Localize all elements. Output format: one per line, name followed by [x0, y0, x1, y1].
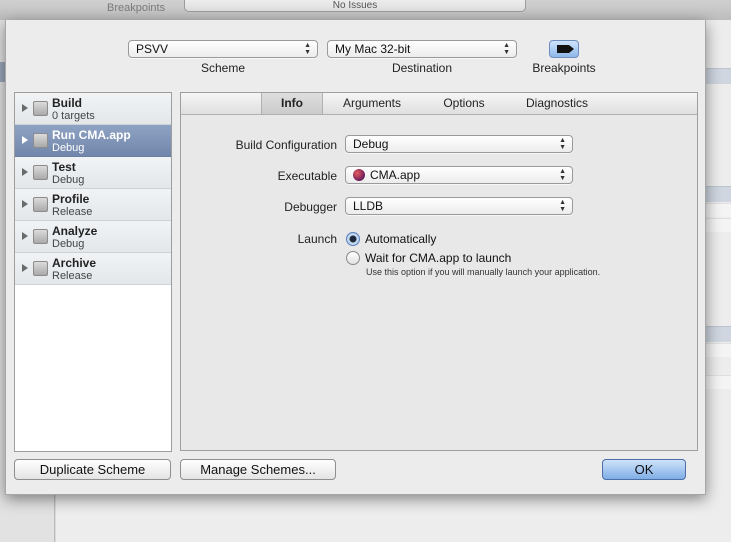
destination-caption: Destination	[391, 61, 453, 75]
disclosure-triangle-icon[interactable]	[22, 232, 28, 240]
launch-automatically-radio[interactable]	[346, 232, 360, 246]
manage-schemes-button[interactable]: Manage Schemes...	[180, 459, 336, 480]
tab-info[interactable]: Info	[261, 93, 323, 114]
action-name: Profile	[52, 192, 90, 206]
destination-popup[interactable]: My Mac 32-bit ▲ ▼	[327, 40, 517, 58]
popup-arrows-icon: ▲ ▼	[503, 42, 510, 56]
breakpoints-caption: Breakpoints	[532, 61, 596, 75]
breakpoint-arrow-icon	[557, 45, 574, 53]
action-name: Test	[52, 160, 76, 174]
background-breakpoints-label: Breakpoints	[107, 2, 166, 14]
disclosure-triangle-icon[interactable]	[22, 104, 28, 112]
popup-arrows-icon: ▲ ▼	[559, 168, 566, 182]
disclosure-triangle-icon[interactable]	[22, 200, 28, 208]
profile-action-icon	[33, 197, 48, 212]
breakpoints-toggle-button[interactable]	[549, 40, 579, 58]
disclosure-triangle-icon[interactable]	[22, 168, 28, 176]
launch-label: Launch	[297, 232, 337, 246]
debugger-value: LLDB	[353, 199, 384, 213]
executable-value: CMA.app	[370, 168, 421, 182]
action-subtitle: Release	[52, 270, 93, 282]
debugger-label: Debugger	[284, 200, 337, 214]
action-subtitle: Debug	[52, 142, 85, 154]
build-configuration-value: Debug	[353, 137, 389, 151]
tab-diagnostics[interactable]: Diagnostics	[517, 93, 597, 114]
action-name: Analyze	[52, 224, 98, 238]
scheme-popup-value: PSVV	[136, 42, 169, 56]
analyze-action-icon	[33, 229, 48, 244]
scheme-editor-sheet: PSVV ▲ ▼ Scheme My Mac 32-bit ▲ ▼ Destinat…	[5, 20, 706, 495]
action-build[interactable]: Build 0 targets	[15, 93, 171, 125]
launch-automatically-label[interactable]: Automatically	[365, 232, 436, 246]
action-test[interactable]: Test Debug	[15, 157, 171, 189]
action-subtitle: Debug	[52, 238, 85, 250]
popup-arrows-icon: ▲ ▼	[559, 137, 566, 151]
action-analyze[interactable]: Analyze Debug	[15, 221, 171, 253]
action-name: Build	[52, 96, 82, 110]
build-action-icon	[33, 101, 48, 116]
action-profile[interactable]: Profile Release	[15, 189, 171, 221]
archive-action-icon	[33, 261, 48, 276]
scheme-caption: Scheme	[200, 61, 246, 75]
action-subtitle: 0 targets	[52, 110, 95, 122]
action-subtitle: Debug	[52, 174, 85, 186]
build-configuration-label: Build Configuration	[235, 138, 337, 152]
action-archive[interactable]: Archive Release	[15, 253, 171, 285]
action-name: Archive	[52, 256, 97, 270]
duplicate-scheme-button[interactable]: Duplicate Scheme	[14, 459, 171, 480]
executable-label: Executable	[277, 169, 337, 183]
run-action-detail-pane: Info Arguments Options Diagnostics Build…	[180, 92, 698, 451]
scheme-actions-list: Build 0 targets Run CMA.app Debug Test D…	[14, 92, 172, 452]
popup-arrows-icon: ▲ ▼	[559, 199, 566, 213]
cma-app-icon	[353, 169, 365, 181]
build-configuration-popup[interactable]: Debug ▲ ▼	[345, 135, 573, 153]
tab-arguments[interactable]: Arguments	[331, 93, 413, 114]
executable-popup[interactable]: CMA.app ▲ ▼	[345, 166, 573, 184]
debugger-popup[interactable]: LLDB ▲ ▼	[345, 197, 573, 215]
launch-wait-label[interactable]: Wait for CMA.app to launch	[365, 251, 511, 265]
destination-popup-value: My Mac 32-bit	[335, 42, 411, 56]
run-action-icon	[33, 133, 48, 148]
ok-button[interactable]: OK	[602, 459, 686, 480]
background-toolbar: Breakpoints No Issues	[0, 0, 731, 20]
action-subtitle: Release	[52, 206, 93, 218]
tab-bar: Info Arguments Options Diagnostics	[181, 93, 697, 115]
disclosure-triangle-icon[interactable]	[22, 264, 28, 272]
launch-wait-note: Use this option if you will manually lau…	[366, 267, 601, 277]
scheme-popup[interactable]: PSVV ▲ ▼	[128, 40, 318, 58]
activity-status-field: No Issues	[184, 0, 526, 12]
popup-arrows-icon: ▲ ▼	[304, 42, 311, 56]
action-run[interactable]: Run CMA.app Debug	[15, 125, 171, 157]
test-action-icon	[33, 165, 48, 180]
tab-options[interactable]: Options	[431, 93, 497, 114]
launch-wait-radio[interactable]	[346, 251, 360, 265]
action-name: Run CMA.app	[52, 128, 131, 142]
disclosure-triangle-icon[interactable]	[22, 136, 28, 144]
